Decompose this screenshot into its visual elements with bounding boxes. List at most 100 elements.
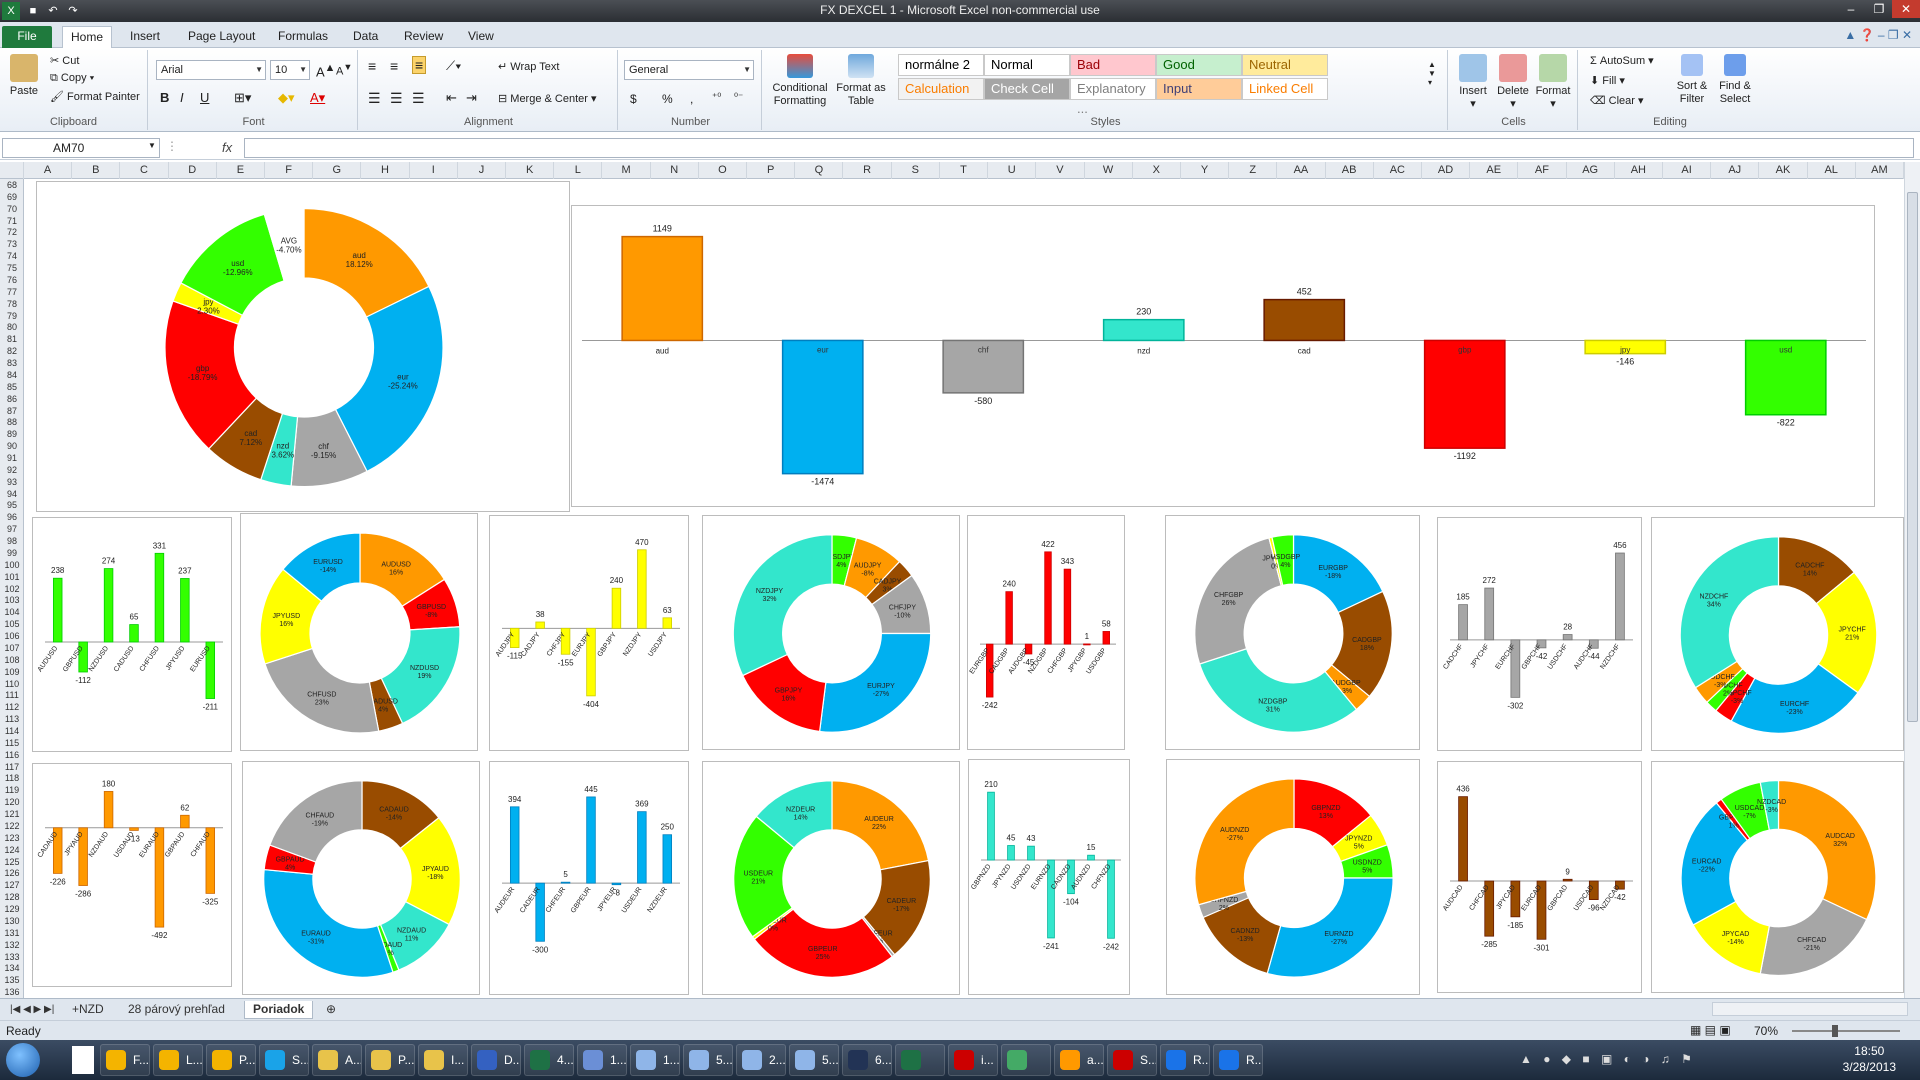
find-select-button[interactable]: Find & Select bbox=[1714, 54, 1756, 106]
column-header[interactable]: J bbox=[458, 162, 507, 179]
align-left-icon[interactable]: ☰ bbox=[368, 90, 381, 107]
row-header[interactable]: 110 bbox=[0, 678, 23, 690]
column-header[interactable]: Q bbox=[795, 162, 844, 179]
column-header[interactable]: AI bbox=[1663, 162, 1712, 179]
function-icon[interactable]: fx bbox=[222, 140, 232, 155]
column-header[interactable]: Y bbox=[1181, 162, 1230, 179]
tab-page-layout[interactable]: Page Layout bbox=[180, 26, 263, 48]
comma-button[interactable]: , bbox=[690, 92, 693, 106]
sheet-nav-icon[interactable]: |◀ ◀ ▶ ▶| bbox=[2, 1001, 62, 1019]
column-header[interactable]: AB bbox=[1326, 162, 1374, 179]
tab-review[interactable]: Review bbox=[396, 26, 451, 48]
cell-style-4[interactable]: Neutral bbox=[1242, 54, 1328, 76]
paste-button[interactable]: Paste bbox=[6, 54, 42, 97]
row-header[interactable]: 80 bbox=[0, 321, 23, 333]
column-header[interactable]: W bbox=[1085, 162, 1133, 179]
row-header[interactable]: 82 bbox=[0, 345, 23, 357]
chart-eur-bar[interactable]: 394 AUDEUR -300 CADEUR 5 CHFEUR 445 GBPEUR -8 JPY… bbox=[489, 761, 689, 995]
tab-view[interactable]: View bbox=[460, 26, 502, 48]
align-center-icon[interactable]: ☰ bbox=[390, 90, 403, 107]
minimize-icon[interactable]: – bbox=[1838, 0, 1864, 18]
chart-cad-bar[interactable]: 436 AUDCAD -285 CHFCAD -185 JPYCAD -301 EURCAD 9… bbox=[1437, 761, 1642, 993]
taskbar-item[interactable] bbox=[1001, 1044, 1051, 1076]
windows-start-icon[interactable] bbox=[6, 1043, 40, 1077]
column-header[interactable]: AA bbox=[1277, 162, 1326, 179]
autosum-button[interactable]: Σ AutoSum ▾ bbox=[1590, 54, 1654, 67]
column-header[interactable]: P bbox=[747, 162, 796, 179]
row-header[interactable]: 91 bbox=[0, 452, 23, 464]
row-header[interactable]: 83 bbox=[0, 357, 23, 369]
underline-button[interactable]: U bbox=[200, 90, 209, 105]
row-header[interactable]: 120 bbox=[0, 796, 23, 808]
column-header[interactable]: X bbox=[1133, 162, 1181, 179]
chart-total-donut[interactable]: aud 18.12% eur -25.24% chf -9.15% nzd 3.62% cad 7… bbox=[36, 181, 570, 512]
tab-data[interactable]: Data bbox=[345, 26, 386, 48]
row-header[interactable]: 69 bbox=[0, 191, 23, 203]
row-header[interactable]: 122 bbox=[0, 820, 23, 832]
sort-filter-button[interactable]: Sort & Filter bbox=[1672, 54, 1712, 106]
tab-formulas[interactable]: Formulas bbox=[270, 26, 336, 48]
row-header[interactable]: 130 bbox=[0, 915, 23, 927]
row-header[interactable]: 85 bbox=[0, 381, 23, 393]
row-header[interactable]: 72 bbox=[0, 226, 23, 238]
italic-button[interactable]: I bbox=[180, 90, 184, 105]
row-header[interactable]: 68 bbox=[0, 179, 23, 191]
format-cells-button[interactable]: Format ▾ bbox=[1534, 54, 1572, 110]
row-header[interactable]: 70 bbox=[0, 203, 23, 215]
column-header[interactable]: Z bbox=[1229, 162, 1278, 179]
column-header[interactable]: S bbox=[892, 162, 940, 179]
name-box[interactable]: AM70 bbox=[2, 138, 160, 158]
taskbar-item[interactable]: a... bbox=[1054, 1044, 1104, 1076]
scroll-thumb[interactable] bbox=[1907, 192, 1918, 722]
row-header[interactable]: 135 bbox=[0, 974, 23, 986]
row-header[interactable]: 79 bbox=[0, 310, 23, 322]
align-top-icon[interactable]: ≡ bbox=[368, 58, 376, 74]
row-header[interactable]: 121 bbox=[0, 808, 23, 820]
taskbar-item[interactable]: I... bbox=[418, 1044, 468, 1076]
taskbar-item[interactable]: i... bbox=[948, 1044, 998, 1076]
row-header[interactable]: 134 bbox=[0, 962, 23, 974]
merge-center-button[interactable]: ⊟ Merge & Center ▾ bbox=[498, 92, 597, 105]
format-as-table-button[interactable]: Format as Table bbox=[836, 54, 886, 108]
font-name-select[interactable]: Arial ▼ bbox=[156, 60, 266, 80]
row-header[interactable]: 77 bbox=[0, 286, 23, 298]
insert-cells-button[interactable]: Insert ▾ bbox=[1454, 54, 1492, 110]
row-header[interactable]: 89 bbox=[0, 428, 23, 440]
column-header[interactable]: AG bbox=[1567, 162, 1615, 179]
taskbar-item[interactable]: L... bbox=[153, 1044, 203, 1076]
row-header[interactable]: 71 bbox=[0, 215, 23, 227]
chart-nzd-bar[interactable]: 210 GBPNZD 45 JPYNZD 43 USDNZD -241 EURNZD -104 C… bbox=[968, 759, 1130, 995]
chart-chf-bar[interactable]: 185 CADCHF 272 JPYCHF -302 EURCHF -42 GBPCHF 28 U… bbox=[1437, 517, 1642, 751]
row-header[interactable]: 88 bbox=[0, 416, 23, 428]
cell-style-1[interactable]: Normal bbox=[984, 54, 1070, 76]
chart-jpy-bar[interactable]: -115 AUDJPY 38 CADJPY -155 CHFJPY -404 EURJPY 24… bbox=[489, 515, 689, 751]
system-tray-icons[interactable]: ▲ ● ◆ ■ ▣ ◐ ◑ ♫ ⚑ bbox=[1520, 1052, 1696, 1066]
row-header[interactable]: 73 bbox=[0, 238, 23, 250]
column-header[interactable]: AM bbox=[1856, 162, 1904, 179]
tab-file[interactable]: File bbox=[2, 26, 52, 48]
clear-button[interactable]: ⌫ Clear ▾ bbox=[1590, 94, 1644, 107]
new-sheet-icon[interactable]: ⊕ bbox=[318, 1001, 344, 1019]
chart-aud-donut[interactable]: CADAUD -14% JPYAUD -18% NZDAUD 11% USDAUD -1% EU… bbox=[242, 761, 480, 995]
clock[interactable]: 18:50 3/28/2013 bbox=[1843, 1043, 1896, 1075]
number-format-select[interactable]: General ▼ bbox=[624, 60, 754, 80]
row-header[interactable]: 92 bbox=[0, 464, 23, 476]
taskbar-item[interactable]: 6... bbox=[842, 1044, 892, 1076]
column-header[interactable]: AH bbox=[1615, 162, 1663, 179]
column-header[interactable]: AJ bbox=[1711, 162, 1760, 179]
row-header[interactable]: 86 bbox=[0, 393, 23, 405]
chart-usd-bar[interactable]: 238 AUDUSD -112 GBPUSD 274 NZDUSD 65 CADUSD 331 C… bbox=[32, 517, 232, 752]
column-header[interactable]: B bbox=[72, 162, 121, 179]
cell-style-9[interactable]: Linked Cell bbox=[1242, 78, 1328, 100]
row-header[interactable]: 136 bbox=[0, 986, 23, 998]
taskbar-item[interactable]: P... bbox=[365, 1044, 415, 1076]
sheet-tab-poriadok[interactable]: Poriadok bbox=[244, 1001, 314, 1019]
row-header[interactable]: 118 bbox=[0, 772, 23, 784]
column-header[interactable]: AD bbox=[1422, 162, 1471, 179]
column-header[interactable]: V bbox=[1036, 162, 1085, 179]
row-header[interactable]: 103 bbox=[0, 594, 23, 606]
row-header[interactable]: 99 bbox=[0, 547, 23, 559]
row-header[interactable]: 90 bbox=[0, 440, 23, 452]
column-header[interactable]: H bbox=[361, 162, 410, 179]
chart-gbp-bar[interactable]: -242 EURGBP 240 CADGBP -45 AUDGBP 422 NZDGBP 343… bbox=[967, 515, 1125, 750]
